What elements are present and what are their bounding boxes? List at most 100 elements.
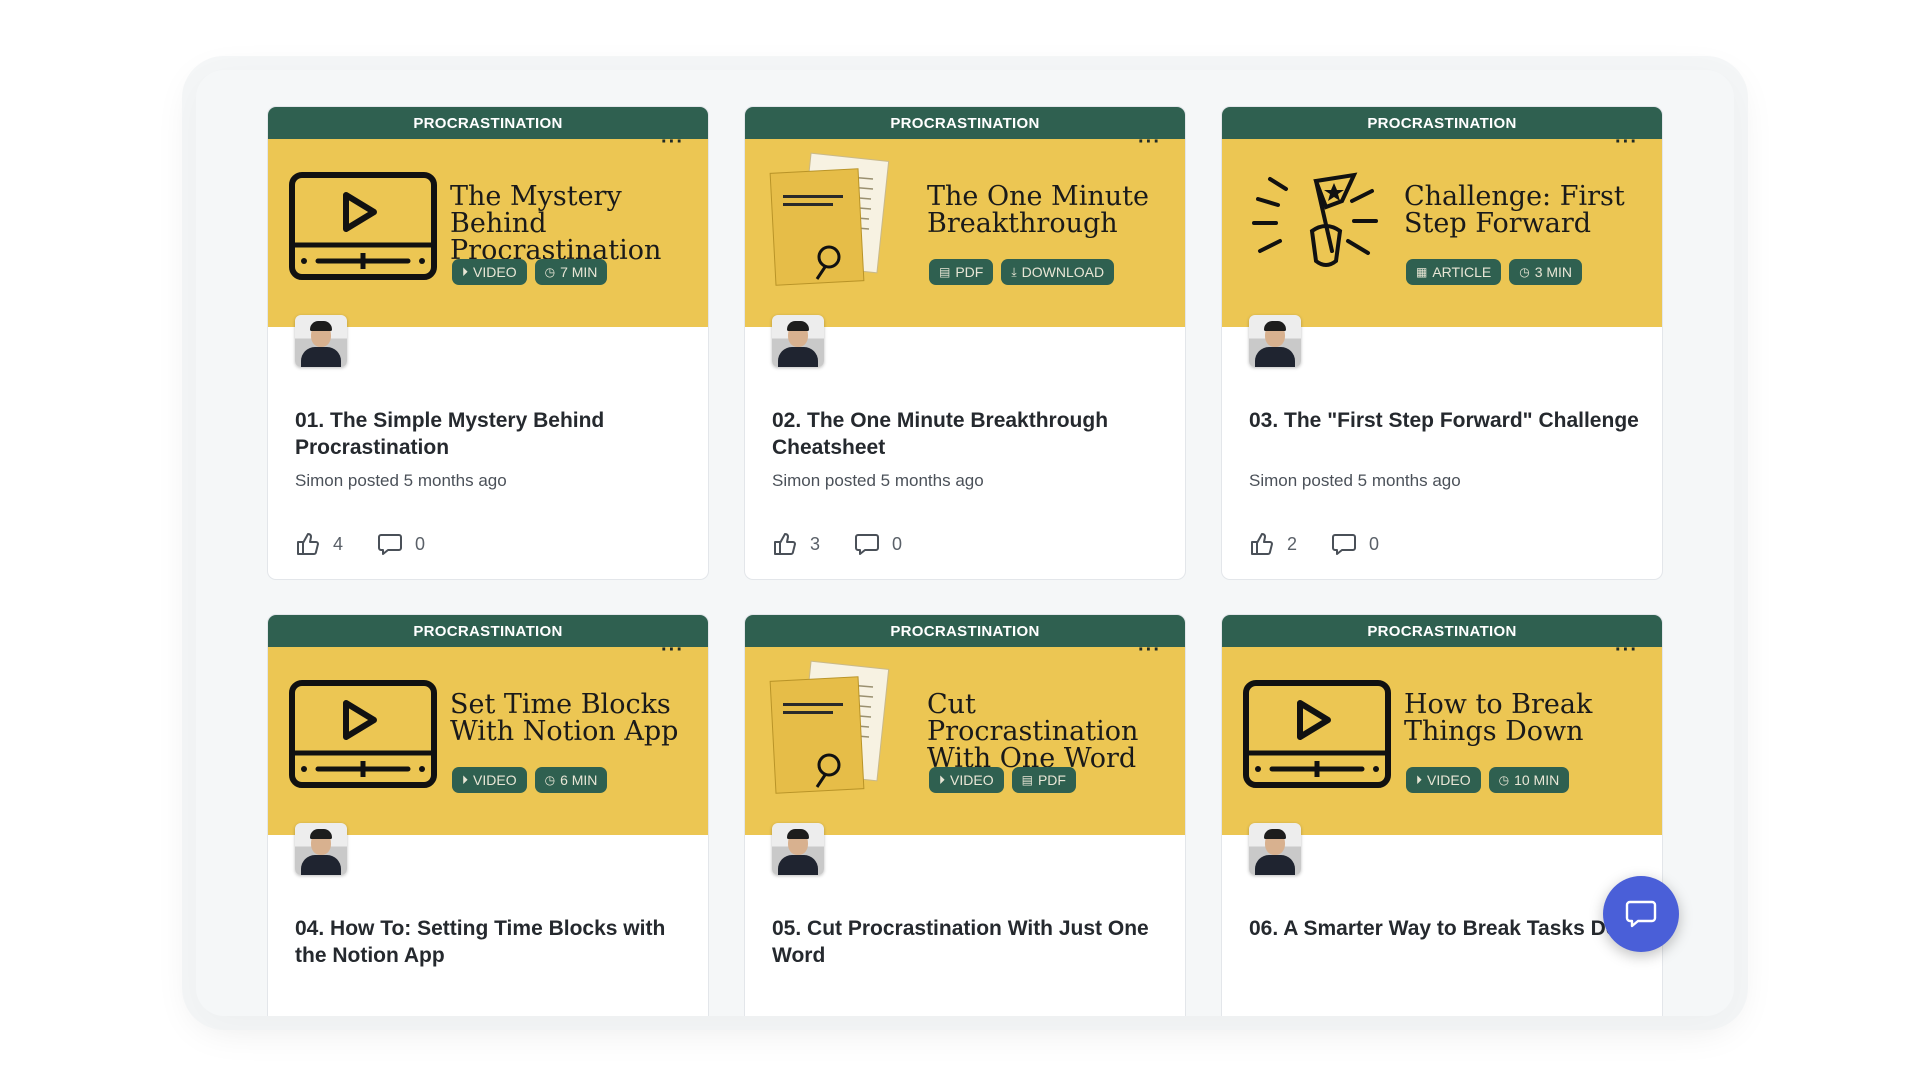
- tag-badge: ⏵ VIDEO: [452, 767, 527, 793]
- more-options-icon[interactable]: ···: [661, 131, 684, 154]
- post-banner[interactable]: ··· The Mystery Behind Procrastination ⏵…: [268, 131, 708, 327]
- more-options-icon[interactable]: ···: [1138, 131, 1161, 154]
- play-circle-icon: ⏵: [939, 772, 946, 787]
- category-ribbon: PROCRASTINATION: [268, 615, 708, 647]
- flag-icon: [1242, 171, 1392, 281]
- tag-label: 7 MIN: [560, 264, 598, 280]
- pdf-file-icon: ▤: [939, 265, 951, 279]
- thumbs-up-icon[interactable]: [1249, 531, 1275, 557]
- chat-bubble-icon: [1625, 900, 1657, 928]
- play-circle-icon: ⏵: [1416, 772, 1423, 787]
- tag-label: VIDEO: [473, 264, 517, 280]
- play-circle-icon: ⏵: [462, 772, 469, 787]
- banner-title: Set Time Blocks With Notion App: [450, 689, 679, 747]
- comment-icon[interactable]: [377, 531, 403, 557]
- tag-label: PDF: [955, 264, 984, 280]
- post-meta: Simon posted 5 months ago: [772, 471, 984, 490]
- play-circle-icon: ⏵: [462, 264, 469, 279]
- post-banner[interactable]: ··· Set Time Blocks With Notion App ⏵ VI…: [268, 639, 708, 835]
- post-grid: PROCRASTINATION ··· The Mystery Behind P…: [267, 106, 1663, 1016]
- post-title[interactable]: 06. A Smarter Way to Break Tasks Down: [1249, 915, 1649, 942]
- tag-row: ▤ PDF ⤓ DOWNLOAD: [929, 259, 1115, 285]
- chat-button[interactable]: [1603, 876, 1679, 952]
- tag-row: ▦ ARTICLE ◷ 3 MIN: [1406, 259, 1583, 285]
- post-title[interactable]: 02. The One Minute Breakthrough Cheatshe…: [772, 407, 1172, 461]
- comment-icon[interactable]: [1331, 531, 1357, 557]
- post-card[interactable]: PROCRASTINATION ··· Challenge: First Ste…: [1221, 106, 1663, 580]
- comment-count: 0: [892, 533, 903, 554]
- tag-row: ⏵ VIDEO ◷ 7 MIN: [452, 259, 608, 285]
- tag-badge: ◷ 7 MIN: [534, 259, 608, 285]
- tag-label: 6 MIN: [560, 772, 598, 788]
- more-options-icon[interactable]: ···: [661, 639, 684, 662]
- tag-row: ⏵ VIDEO ▤ PDF: [929, 767, 1076, 793]
- post-title[interactable]: 05. Cut Procrastination With Just One Wo…: [772, 915, 1172, 969]
- thumbs-up-icon[interactable]: [295, 531, 321, 557]
- avatar[interactable]: [1249, 315, 1301, 367]
- tag-badge: ⏵ VIDEO: [929, 767, 1004, 793]
- download-icon: ⤓: [1011, 264, 1017, 279]
- category-ribbon: PROCRASTINATION: [1222, 107, 1662, 139]
- tag-badge: ▦ ARTICLE: [1406, 259, 1502, 285]
- article-icon: ▦: [1416, 265, 1428, 279]
- post-card[interactable]: PROCRASTINATION ··· The One Minute Break…: [744, 106, 1186, 580]
- post-card[interactable]: PROCRASTINATION ··· The Mystery Behind P…: [267, 106, 709, 580]
- tag-label: VIDEO: [1427, 772, 1471, 788]
- post-banner[interactable]: ··· How to Break Things Down ⏵ VIDEO ◷ 1…: [1222, 639, 1662, 835]
- pdf-file-icon: ▤: [1021, 773, 1033, 787]
- post-stats: 3 0: [772, 531, 902, 557]
- category-ribbon: PROCRASTINATION: [745, 615, 1185, 647]
- banner-title: Challenge: First Step Forward: [1404, 181, 1625, 239]
- tag-badge: ▤ PDF: [1011, 767, 1076, 793]
- tag-badge: ⏵ VIDEO: [1406, 767, 1481, 793]
- post-stats: 4 0: [295, 531, 425, 557]
- avatar[interactable]: [295, 315, 347, 367]
- tag-label: VIDEO: [950, 772, 994, 788]
- post-title[interactable]: 01. The Simple Mystery Behind Procrastin…: [295, 407, 695, 461]
- post-banner[interactable]: ··· Cut Procrastination With One Word ⏵ …: [745, 639, 1185, 835]
- banner-title: How to Break Things Down: [1404, 689, 1593, 747]
- post-card[interactable]: PROCRASTINATION ··· How to Break Things …: [1221, 614, 1663, 1016]
- tag-label: DOWNLOAD: [1021, 264, 1105, 280]
- clock-icon: ◷: [544, 265, 556, 279]
- avatar[interactable]: [772, 315, 824, 367]
- tag-badge: ⤓ DOWNLOAD: [1001, 259, 1115, 285]
- more-options-icon[interactable]: ···: [1615, 131, 1638, 154]
- category-ribbon: PROCRASTINATION: [268, 107, 708, 139]
- comment-count: 0: [1369, 533, 1380, 554]
- post-banner[interactable]: ··· Challenge: First Step Forward ▦ ARTI…: [1222, 131, 1662, 327]
- clock-icon: ◷: [1498, 773, 1510, 787]
- banner-title: The Mystery Behind Procrastination: [450, 181, 662, 266]
- post-card[interactable]: PROCRASTINATION ··· Cut Procrastination …: [744, 614, 1186, 1016]
- post-meta: Simon posted 5 months ago: [1249, 471, 1461, 490]
- more-options-icon[interactable]: ···: [1615, 639, 1638, 662]
- post-title[interactable]: 03. The "First Step Forward" Challenge: [1249, 407, 1649, 434]
- tag-label: 10 MIN: [1514, 772, 1560, 788]
- tag-row: ⏵ VIDEO ◷ 6 MIN: [452, 767, 608, 793]
- tag-badge: ◷ 10 MIN: [1488, 767, 1570, 793]
- avatar[interactable]: [1249, 823, 1301, 875]
- more-options-icon[interactable]: ···: [1138, 639, 1161, 662]
- comment-icon[interactable]: [854, 531, 880, 557]
- document-icon: [765, 152, 915, 286]
- banner-title: Cut Procrastination With One Word: [927, 689, 1139, 774]
- post-banner[interactable]: ··· The One Minute Breakthrough ▤ PDF ⤓ …: [745, 131, 1185, 327]
- tag-badge: ◷ 6 MIN: [534, 767, 608, 793]
- avatar[interactable]: [295, 823, 347, 875]
- tag-badge: ⏵ VIDEO: [452, 259, 527, 285]
- tag-badge: ▤ PDF: [929, 259, 994, 285]
- video-icon: [288, 679, 438, 789]
- post-card[interactable]: PROCRASTINATION ··· Set Time Blocks With…: [267, 614, 709, 1016]
- category-ribbon: PROCRASTINATION: [745, 107, 1185, 139]
- tag-label: PDF: [1037, 772, 1066, 788]
- post-meta: Simon posted 5 months ago: [295, 471, 507, 490]
- avatar[interactable]: [772, 823, 824, 875]
- video-icon: [1242, 679, 1392, 789]
- clock-icon: ◷: [1519, 265, 1530, 279]
- category-ribbon: PROCRASTINATION: [1222, 615, 1662, 647]
- tag-label: 3 MIN: [1534, 264, 1573, 280]
- comment-count: 0: [415, 533, 426, 554]
- post-title[interactable]: 04. How To: Setting Time Blocks with the…: [295, 915, 695, 969]
- banner-title: The One Minute Breakthrough: [927, 181, 1149, 239]
- thumbs-up-icon[interactable]: [772, 531, 798, 557]
